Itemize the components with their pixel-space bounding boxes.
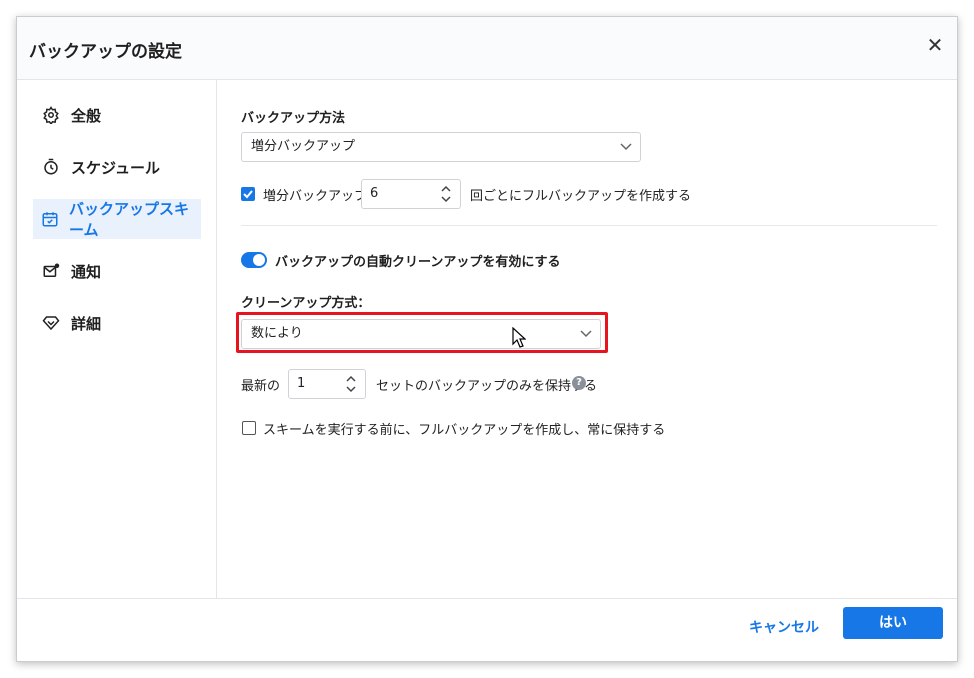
incremental-count-stepper[interactable]: 6 <box>361 179 461 209</box>
gear-icon <box>41 105 61 125</box>
stepper-arrows-icon[interactable] <box>345 374 357 394</box>
help-icon[interactable]: ? <box>572 376 586 390</box>
incremental-checkbox[interactable] <box>241 187 255 201</box>
backup-settings-dialog: バックアップの設定 ✕ 全般 スケジュール バックアップスキーム 通知 詳細 バ… <box>16 16 958 662</box>
sidebar: 全般 スケジュール バックアップスキーム 通知 詳細 <box>17 79 217 599</box>
sidebar-item-label: 詳細 <box>71 314 102 333</box>
sidebar-item-backup-scheme[interactable]: バックアップスキーム <box>33 199 201 239</box>
keep-latest-count-stepper[interactable]: 1 <box>288 369 366 399</box>
mail-notification-icon <box>41 261 61 281</box>
calendar-check-icon <box>41 209 59 229</box>
diamond-icon <box>41 313 61 333</box>
keep-latest-count-value: 1 <box>297 376 306 391</box>
sidebar-item-label: スケジュール <box>71 158 160 177</box>
incremental-suffix: 回ごとにフルバックアップを作成する <box>470 189 692 204</box>
close-icon[interactable]: ✕ <box>925 35 945 55</box>
chevron-down-icon <box>580 330 592 338</box>
backup-method-select[interactable]: 増分バックアップ <box>241 132 641 162</box>
full-backup-before-scheme-checkbox[interactable] <box>242 421 256 435</box>
sidebar-item-label: バックアップスキーム <box>69 200 190 239</box>
sidebar-item-label: 通知 <box>71 262 102 281</box>
cancel-button[interactable]: キャンセル <box>739 612 829 644</box>
dialog-title: バックアップの設定 <box>29 42 182 62</box>
auto-cleanup-label: バックアップの自動クリーンアップを有効にする <box>275 255 561 270</box>
footer: キャンセル はい <box>17 598 957 661</box>
timer-icon <box>41 157 61 177</box>
sidebar-item-advanced[interactable]: 詳細 <box>33 303 201 343</box>
stepper-arrows-icon[interactable] <box>440 184 452 204</box>
chevron-down-icon <box>620 143 632 151</box>
backup-method-label: バックアップ方法 <box>241 111 346 126</box>
sidebar-item-schedule[interactable]: スケジュール <box>33 147 201 187</box>
sidebar-item-notification[interactable]: 通知 <box>33 251 201 291</box>
check-icon <box>243 190 253 199</box>
cleanup-method-value: 数により <box>251 326 303 341</box>
backup-method-value: 増分バックアップ <box>251 139 356 154</box>
divider <box>241 225 937 226</box>
keep-latest-suffix: セットのバックアップのみを保持する <box>376 379 598 394</box>
keep-latest-prefix: 最新の <box>241 379 281 394</box>
incremental-count-value: 6 <box>370 186 379 201</box>
toggle-knob <box>253 254 265 266</box>
title-bar: バックアップの設定 ✕ <box>17 17 957 80</box>
sidebar-item-general[interactable]: 全般 <box>33 95 201 135</box>
mouse-cursor-icon <box>512 327 526 348</box>
sidebar-item-label: 全般 <box>71 106 102 125</box>
ok-button[interactable]: はい <box>843 607 943 639</box>
content-panel: バックアップ方法 増分バックアップ 増分バックアップ 6 回ごとにフルバックアッ… <box>236 79 937 599</box>
auto-cleanup-toggle[interactable] <box>241 252 267 268</box>
full-backup-before-scheme-label: スキームを実行する前に、フルバックアップを作成し、常に保持する <box>263 423 666 438</box>
cleanup-method-select[interactable]: 数により <box>241 319 601 349</box>
cleanup-method-label: クリーンアップ方式： <box>241 296 371 311</box>
incremental-label: 増分バックアップ <box>263 189 368 204</box>
